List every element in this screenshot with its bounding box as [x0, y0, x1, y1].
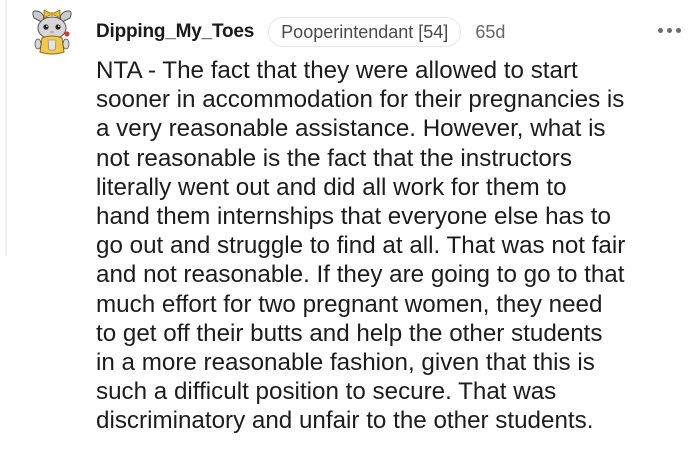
comment-age: 65d: [475, 21, 506, 42]
comment-line: literally went out and did all work for …: [96, 173, 567, 201]
comment-line: and not reasonable. If they are going to…: [96, 261, 625, 289]
more-horizontal-icon: [657, 27, 663, 33]
more-options-button[interactable]: [654, 18, 684, 42]
comment-line: not reasonable is the fact that the inst…: [96, 144, 572, 172]
comment-line: sooner in accommodation for their pregna…: [96, 86, 625, 114]
comment-line: NTA - The fact that they were allowed to…: [96, 57, 578, 84]
comment-line: discriminatory and unfair to the other s…: [96, 407, 594, 435]
comment-line: in a more reasonable fashion, given that…: [96, 349, 595, 377]
comment-line: hand them internships that everyone else…: [96, 203, 611, 231]
thread-line[interactable]: [5, 0, 7, 256]
more-horizontal-icon: [675, 27, 681, 33]
comment-header: Dipping_My_Toes Pooperintendant [54] 65d: [96, 14, 505, 50]
comment-line: to get off their butts and help the othe…: [96, 319, 603, 347]
snoo-avatar-icon: [32, 9, 72, 55]
more-horizontal-icon: [666, 27, 672, 33]
comment-line: go out and struggle to find at all. That…: [96, 232, 626, 260]
username-link[interactable]: Dipping_My_Toes: [96, 21, 254, 43]
comment-line: a very reasonable assistance. However, w…: [96, 115, 606, 143]
user-flair-badge: Pooperintendant [54]: [268, 17, 462, 47]
user-avatar[interactable]: [26, 4, 78, 56]
comment-body: NTA - The fact that they were allowed to…: [96, 56, 686, 436]
comment-line: such a difficult position to secure. Tha…: [96, 378, 557, 406]
comment-line: much effort for two pregnant women, they…: [96, 290, 603, 318]
